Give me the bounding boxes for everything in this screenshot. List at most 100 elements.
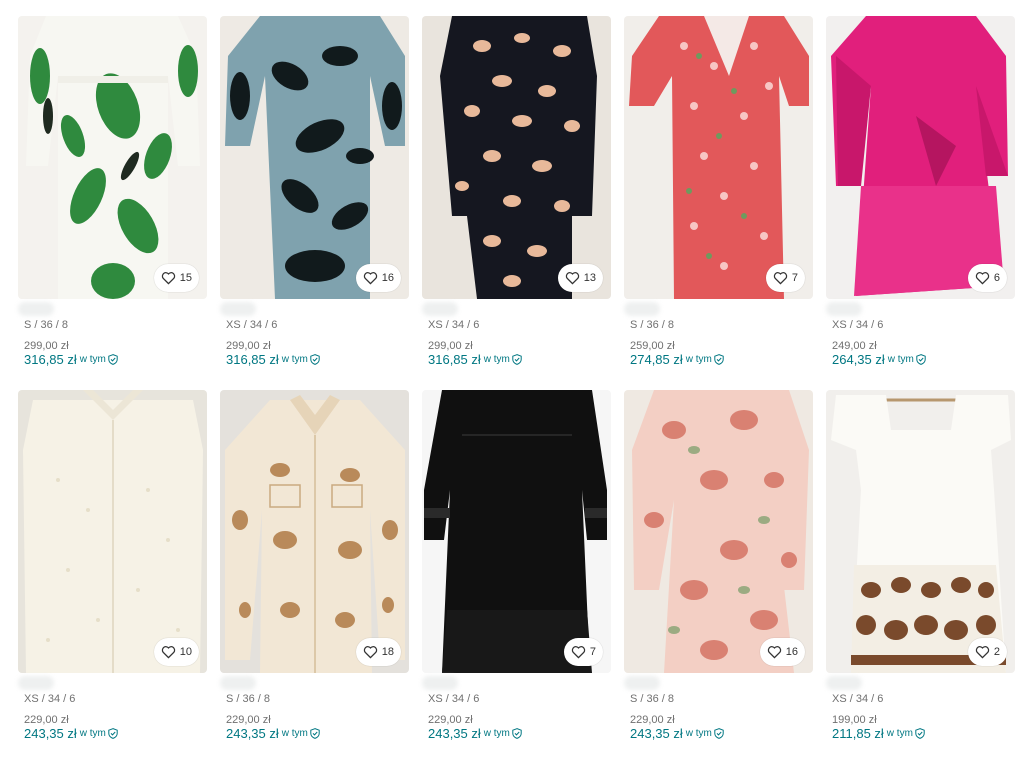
listing-card[interactable]: 16 XS / 34 / 6 299,00 zł 316,85 zł w tym [220, 16, 409, 376]
favorite-button[interactable]: 2 [967, 638, 1007, 666]
buyer-protection-icon [915, 728, 925, 739]
buyer-protection-icon [310, 728, 320, 739]
total-price-row[interactable]: 316,85 zł w tym [226, 352, 320, 367]
fee-label: w tym [685, 728, 712, 739]
total-price-row[interactable]: 274,85 zł w tym [630, 352, 724, 367]
heart-icon [773, 272, 788, 285]
item-price: 259,00 zł [630, 340, 675, 352]
buyer-protection-icon [108, 354, 118, 365]
favorite-button[interactable]: 7 [765, 264, 805, 292]
seller-avatar-blurred [220, 302, 256, 316]
listing-card[interactable]: 7 S / 36 / 8 259,00 zł 274,85 zł w tym [624, 16, 813, 376]
item-size: XS / 34 / 6 [428, 319, 480, 331]
heart-icon [565, 272, 579, 285]
seller-avatar-blurred [18, 302, 54, 316]
item-photo[interactable]: 10 [18, 390, 207, 673]
fee-label: w tym [483, 354, 510, 365]
listing-card[interactable]: 16 S / 36 / 8 229,00 zł 243,35 zł w tym [624, 390, 813, 750]
item-price: 199,00 zł [832, 714, 877, 726]
item-price: 249,00 zł [832, 340, 877, 352]
item-photo[interactable]: 15 [18, 16, 207, 299]
favorite-button[interactable]: 18 [355, 638, 401, 666]
total-price-row[interactable]: 243,35 zł w tym [24, 726, 118, 741]
item-price: 229,00 zł [24, 714, 69, 726]
total-price-row[interactable]: 211,85 zł w tym [832, 726, 925, 741]
item-price: 229,00 zł [630, 714, 675, 726]
item-size: S / 36 / 8 [630, 693, 675, 705]
total-price-row[interactable]: 316,85 zł w tym [24, 352, 118, 367]
buyer-protection-icon [108, 728, 118, 739]
buyer-protection-icon [512, 728, 522, 739]
total-price: 243,35 zł [630, 726, 683, 741]
buyer-protection-icon [512, 354, 522, 365]
listing-card[interactable]: 18 S / 36 / 8 229,00 zł 243,35 zł w tym [220, 390, 409, 750]
heart-icon [161, 272, 175, 285]
fee-label: w tym [483, 728, 510, 739]
total-price-row[interactable]: 243,35 zł w tym [428, 726, 522, 741]
item-photo[interactable]: 16 [220, 16, 409, 299]
favorite-button[interactable]: 7 [563, 638, 603, 666]
item-size: S / 36 / 8 [226, 693, 271, 705]
total-price: 316,85 zł [226, 352, 279, 367]
fee-label: w tym [685, 354, 712, 365]
heart-icon [975, 272, 990, 285]
listing-card[interactable]: 15 S / 36 / 8 299,00 zł 316,85 zł w tym [18, 16, 207, 376]
favorite-button[interactable]: 16 [355, 264, 401, 292]
seller-avatar-blurred [826, 302, 862, 316]
item-photo[interactable]: 13 [422, 16, 611, 299]
seller-avatar-blurred [18, 676, 54, 690]
buyer-protection-icon [310, 354, 320, 365]
listing-card[interactable]: 7 XS / 34 / 6 229,00 zł 243,35 zł w tym [422, 390, 611, 750]
item-photo[interactable]: 6 [826, 16, 1015, 299]
heart-icon [363, 646, 377, 659]
listing-card[interactable]: 10 XS / 34 / 6 229,00 zł 243,35 zł w tym [18, 390, 207, 750]
heart-icon [571, 646, 586, 659]
heart-icon [975, 646, 990, 659]
favorite-count: 10 [179, 646, 192, 658]
buyer-protection-icon [714, 728, 724, 739]
total-price: 316,85 zł [428, 352, 481, 367]
favorite-button[interactable]: 10 [153, 638, 199, 666]
item-photo[interactable]: 2 [826, 390, 1015, 673]
total-price: 243,35 zł [24, 726, 77, 741]
favorite-count: 13 [583, 272, 596, 284]
item-photo[interactable]: 16 [624, 390, 813, 673]
favorite-count: 18 [381, 646, 394, 658]
total-price-row[interactable]: 243,35 zł w tym [630, 726, 724, 741]
favorite-button[interactable]: 15 [153, 264, 199, 292]
seller-avatar-blurred [220, 676, 256, 690]
favorite-button[interactable]: 13 [557, 264, 603, 292]
favorite-button[interactable]: 16 [759, 638, 805, 666]
heart-icon [767, 646, 781, 659]
total-price-row[interactable]: 264,35 zł w tym [832, 352, 926, 367]
item-photo[interactable]: 7 [422, 390, 611, 673]
total-price: 316,85 zł [24, 352, 77, 367]
favorite-count: 15 [179, 272, 192, 284]
listing-card[interactable]: 13 XS / 34 / 6 299,00 zł 316,85 zł w tym [422, 16, 611, 376]
fee-label: w tym [887, 354, 914, 365]
fee-label: w tym [281, 728, 308, 739]
total-price-row[interactable]: 316,85 zł w tym [428, 352, 522, 367]
item-photo[interactable]: 7 [624, 16, 813, 299]
seller-avatar-blurred [826, 676, 862, 690]
item-size: S / 36 / 8 [24, 319, 69, 331]
item-photo[interactable]: 18 [220, 390, 409, 673]
fee-label: w tym [79, 728, 106, 739]
favorite-count: 2 [993, 646, 1000, 658]
fee-label: w tym [281, 354, 308, 365]
total-price-row[interactable]: 243,35 zł w tym [226, 726, 320, 741]
fee-label: w tym [886, 728, 913, 739]
buyer-protection-icon [714, 354, 724, 365]
item-price: 229,00 zł [428, 714, 473, 726]
favorite-button[interactable]: 6 [967, 264, 1007, 292]
item-size: XS / 34 / 6 [832, 319, 884, 331]
listing-card[interactable]: 2 XS / 34 / 6 199,00 zł 211,85 zł w tym [826, 390, 1015, 750]
listing-card[interactable]: 6 XS / 34 / 6 249,00 zł 264,35 zł w tym [826, 16, 1015, 376]
item-size: S / 36 / 8 [630, 319, 675, 331]
seller-avatar-blurred [624, 676, 660, 690]
seller-avatar-blurred [422, 676, 458, 690]
item-size: XS / 34 / 6 [24, 693, 76, 705]
fee-label: w tym [79, 354, 106, 365]
favorite-count: 16 [785, 646, 798, 658]
item-size: XS / 34 / 6 [832, 693, 884, 705]
